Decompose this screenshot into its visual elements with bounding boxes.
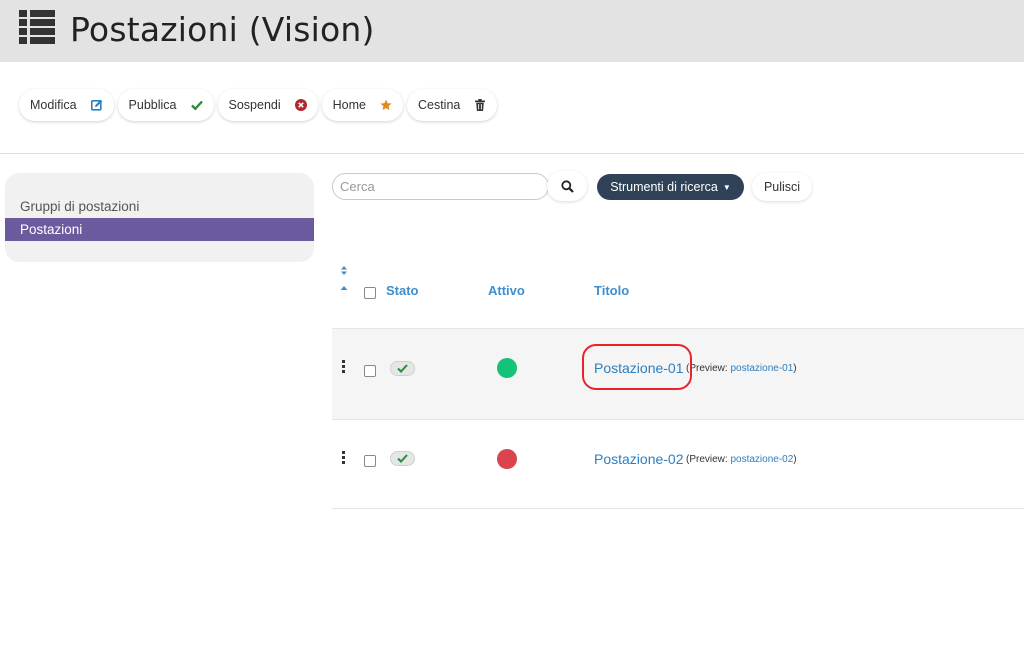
preview-text: (Preview: postazione-01): [686, 363, 797, 374]
toolbar: Modifica Pubblica Sospendi Home Cestina: [19, 89, 498, 121]
preview-link[interactable]: postazione-02: [730, 454, 793, 465]
column-header-attivo[interactable]: Attivo: [488, 283, 525, 298]
row-checkbox[interactable]: [364, 365, 376, 377]
search-icon: [560, 179, 574, 193]
search-input[interactable]: [332, 173, 549, 200]
status-toggle[interactable]: [390, 361, 415, 376]
drag-handle-icon[interactable]: [341, 451, 347, 465]
preview-prefix: (Preview:: [686, 454, 731, 465]
preview-suffix: ): [793, 363, 797, 374]
publish-button-label: Pubblica: [128, 98, 177, 112]
select-all-checkbox[interactable]: [364, 287, 376, 299]
search-button[interactable]: [547, 171, 587, 201]
home-button-label: Home: [332, 98, 366, 112]
column-header-stato[interactable]: Stato: [386, 283, 419, 298]
divider: [0, 153, 1024, 154]
edit-button[interactable]: Modifica: [19, 89, 114, 121]
search-tools-button[interactable]: Strumenti di ricerca ▼: [597, 174, 744, 200]
preview-suffix: ): [793, 454, 797, 465]
edit-icon: [90, 99, 103, 111]
caret-down-icon: ▼: [722, 182, 731, 192]
home-button[interactable]: Home: [321, 89, 403, 121]
item-title-link[interactable]: Postazione-02: [594, 451, 684, 467]
clear-button[interactable]: Pulisci: [752, 173, 812, 201]
times-circle-icon: [294, 99, 307, 111]
preview-text: (Preview: postazione-02): [686, 454, 797, 465]
list-icon: [19, 10, 55, 44]
page-title: Postazioni (Vision): [70, 10, 375, 49]
sidebar: Gruppi di postazioni Postazioni: [5, 173, 314, 262]
column-header-titolo[interactable]: Titolo: [594, 283, 629, 298]
page-header: Postazioni (Vision): [0, 0, 1024, 62]
check-icon: [397, 364, 408, 373]
status-toggle[interactable]: [390, 451, 415, 466]
active-status-dot: [497, 358, 517, 378]
sidebar-item-gruppi-di-postazioni[interactable]: Gruppi di postazioni: [5, 195, 314, 218]
trash-icon: [474, 99, 486, 111]
trash-button[interactable]: Cestina: [406, 89, 498, 121]
preview-prefix: (Preview:: [686, 363, 731, 374]
highlight-annotation: [582, 344, 692, 390]
sort-icon[interactable]: [337, 265, 351, 295]
sidebar-item-postazioni[interactable]: Postazioni: [5, 218, 314, 241]
preview-link[interactable]: postazione-01: [730, 363, 793, 374]
row-checkbox[interactable]: [364, 455, 376, 467]
active-status-dot: [497, 449, 517, 469]
trash-button-label: Cestina: [417, 98, 461, 112]
publish-button[interactable]: Pubblica: [117, 89, 214, 121]
search-tools-label: Strumenti di ricerca: [610, 180, 718, 194]
star-icon: [380, 99, 392, 111]
edit-button-label: Modifica: [30, 98, 77, 112]
suspend-button-label: Sospendi: [228, 98, 281, 112]
drag-handle-icon[interactable]: [341, 360, 347, 374]
check-icon: [190, 99, 203, 111]
check-icon: [397, 454, 408, 463]
suspend-button[interactable]: Sospendi: [217, 89, 318, 121]
